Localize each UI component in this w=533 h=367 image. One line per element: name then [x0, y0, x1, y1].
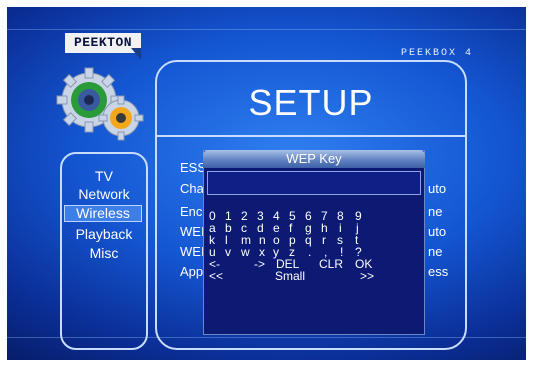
setting-value-encryption: ne	[428, 204, 443, 219]
page-title: SETUP	[248, 82, 374, 123]
setting-label-encryption[interactable]: Enc	[180, 204, 202, 220]
model-name: PEEKBOX 4	[400, 48, 473, 59]
setting-label-apply[interactable]: App	[180, 264, 203, 280]
sidebar-item-wireless[interactable]: Wireless	[64, 205, 142, 222]
key-case-toggle[interactable]: Small	[275, 270, 305, 282]
background-glow-line	[7, 29, 526, 30]
key-period[interactable]: .	[308, 246, 311, 258]
key-cursor-right[interactable]: ->	[254, 258, 265, 270]
key-v[interactable]: v	[225, 246, 231, 258]
keyboard-row-letters-3: u v w x y z . , ! ?	[209, 246, 423, 258]
key-page-next[interactable]: >>	[360, 270, 374, 282]
sidebar-item-misc[interactable]: Misc	[62, 245, 146, 262]
brand-logo-tab	[131, 48, 141, 60]
setting-value-apply: ess	[428, 264, 449, 279]
settings-gears-icon	[56, 67, 144, 141]
setting-label-wep-2[interactable]: WEI	[180, 244, 205, 260]
setting-value-wep-1: uto	[428, 224, 447, 239]
setup-panel-divider	[155, 135, 467, 137]
brand-logo: PEEKTON	[65, 33, 141, 53]
key-clear[interactable]: CLR	[319, 258, 343, 270]
wep-key-input[interactable]	[207, 171, 421, 195]
key-page-previous[interactable]: <<	[209, 270, 223, 282]
setting-label-wep-1[interactable]: WEI	[180, 224, 205, 240]
setting-value-channel: uto	[428, 181, 447, 196]
key-w[interactable]: w	[241, 246, 250, 258]
keyboard-row-actions: <- -> DEL CLR OK	[209, 258, 423, 270]
dialog-title: WEP Key	[203, 150, 425, 168]
sidebar-item-playback[interactable]: Playback	[62, 226, 146, 243]
keyboard-row-navigation: << Small >>	[209, 270, 423, 282]
sidebar-item-tv[interactable]: TV	[62, 168, 146, 185]
setting-label-channel[interactable]: Cha	[180, 181, 204, 197]
setting-value-wep-2: ne	[428, 244, 443, 259]
sidebar-item-network[interactable]: Network	[62, 186, 146, 203]
